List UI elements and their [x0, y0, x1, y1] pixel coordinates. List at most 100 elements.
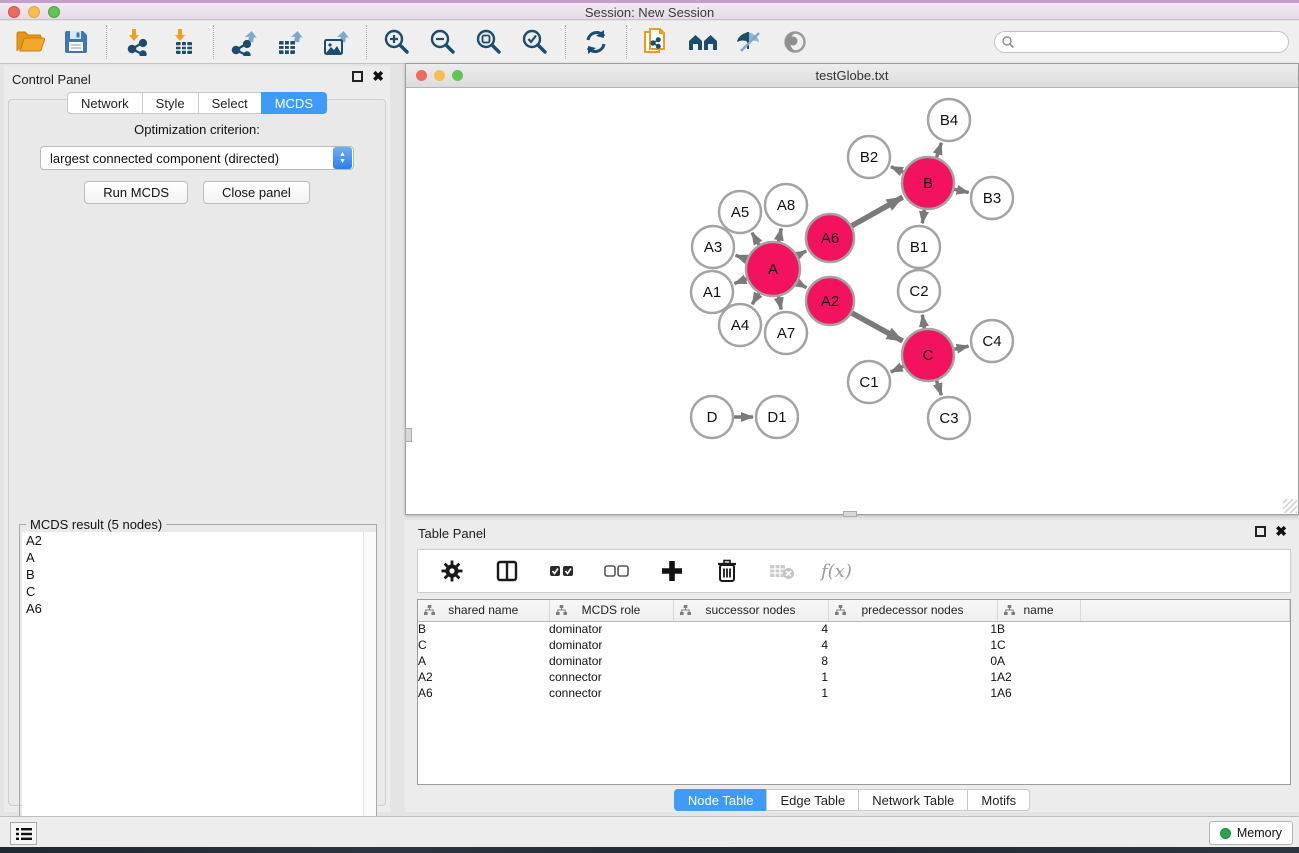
- node-A5[interactable]: A5: [719, 191, 761, 233]
- mcds-result-list[interactable]: A2ABCA6: [22, 532, 376, 853]
- export-image-icon[interactable]: [320, 26, 352, 58]
- run-mcds-button[interactable]: Run MCDS: [84, 181, 188, 204]
- node-C3[interactable]: C3: [928, 397, 970, 439]
- node-A3[interactable]: A3: [692, 226, 734, 268]
- edge-A-A4[interactable]: [752, 293, 759, 304]
- bottom-splitter-handle[interactable]: [843, 511, 857, 517]
- edge-C-C1[interactable]: [891, 366, 904, 372]
- cell-shared-name[interactable]: A6: [418, 685, 549, 701]
- cell-predecessor-nodes[interactable]: 1: [828, 669, 997, 685]
- node-A[interactable]: A: [746, 242, 800, 296]
- add-column-icon[interactable]: [656, 555, 688, 587]
- edge-C-C4[interactable]: [954, 346, 968, 349]
- gear-icon[interactable]: [436, 555, 468, 587]
- export-table-icon[interactable]: [274, 26, 306, 58]
- search-field[interactable]: [994, 31, 1289, 53]
- cell-shared-name[interactable]: A: [418, 653, 549, 669]
- save-session-icon[interactable]: [60, 26, 92, 58]
- edge-A-A8[interactable]: [779, 229, 782, 242]
- table-row[interactable]: A6connector11A6: [418, 685, 1290, 701]
- delete-table-icon[interactable]: [766, 555, 798, 587]
- export-network-icon[interactable]: [228, 26, 260, 58]
- open-file-icon[interactable]: [14, 26, 46, 58]
- close-table-panel-icon[interactable]: ✖: [1275, 526, 1287, 537]
- search-input[interactable]: [1015, 33, 1288, 51]
- memory-button[interactable]: Memory: [1209, 821, 1293, 845]
- network-canvas[interactable]: B4B2BB3A5A8A6A3B1AA1C2A2A4A7C4CC1DD1C3: [406, 88, 1298, 514]
- cell-shared-name[interactable]: C: [418, 637, 549, 653]
- cell-MCDS-role[interactable]: dominator: [549, 621, 673, 637]
- table-row[interactable]: A2connector11A2: [418, 669, 1290, 685]
- tab-edge-table[interactable]: Edge Table: [766, 789, 858, 811]
- cell-predecessor-nodes[interactable]: 1: [828, 621, 997, 637]
- float-panel-icon[interactable]: [352, 71, 363, 82]
- result-item[interactable]: B: [22, 566, 376, 583]
- network-graph[interactable]: B4B2BB3A5A8A6A3B1AA1C2A2A4A7C4CC1DD1C3: [406, 88, 1298, 514]
- tab-style[interactable]: Style: [142, 92, 198, 114]
- cell-successor-nodes[interactable]: 1: [673, 669, 828, 685]
- edge-A-A2[interactable]: [797, 283, 806, 288]
- result-list-scrollbar[interactable]: [363, 532, 376, 853]
- cell-name[interactable]: A6: [997, 685, 1080, 701]
- duplicate-network-icon[interactable]: [641, 26, 673, 58]
- cell-predecessor-nodes[interactable]: 0: [828, 653, 997, 669]
- show-graphics-details-icon[interactable]: [779, 26, 811, 58]
- zoom-in-icon[interactable]: [381, 26, 413, 58]
- cell-shared-name[interactable]: A2: [418, 669, 549, 685]
- node-table[interactable]: shared nameMCDS rolesuccessor nodesprede…: [417, 599, 1291, 785]
- cell-name[interactable]: B: [997, 621, 1080, 637]
- edge-C-C2[interactable]: [922, 315, 924, 328]
- select-all-columns-icon[interactable]: [546, 555, 578, 587]
- edge-B-B3[interactable]: [954, 189, 968, 192]
- result-item[interactable]: C: [22, 583, 376, 600]
- table-row[interactable]: Bdominator41B: [418, 621, 1290, 637]
- task-history-button[interactable]: [10, 822, 37, 845]
- cell-predecessor-nodes[interactable]: 1: [828, 637, 997, 653]
- cell-successor-nodes[interactable]: 4: [673, 637, 828, 653]
- cell-name[interactable]: A2: [997, 669, 1080, 685]
- column-header-name[interactable]: name: [997, 600, 1080, 621]
- node-D1[interactable]: D1: [756, 396, 798, 438]
- tab-mcds[interactable]: MCDS: [261, 92, 327, 114]
- edge-B-B2[interactable]: [891, 167, 903, 172]
- hide-annotations-icon[interactable]: [733, 26, 765, 58]
- table-row[interactable]: Cdominator41C: [418, 637, 1290, 653]
- column-header-successor-nodes[interactable]: successor nodes: [673, 600, 828, 621]
- float-table-panel-icon[interactable]: [1255, 526, 1266, 537]
- criterion-select[interactable]: largest connected component (directed) ▲…: [40, 146, 354, 170]
- delete-column-icon[interactable]: [711, 555, 743, 587]
- column-header-MCDS-role[interactable]: MCDS role: [549, 600, 673, 621]
- node-B1[interactable]: B1: [898, 226, 940, 268]
- node-A2[interactable]: A2: [806, 277, 854, 325]
- node-C[interactable]: C: [902, 329, 954, 381]
- cell-shared-name[interactable]: B: [418, 621, 549, 637]
- close-panel-icon[interactable]: ✖: [372, 71, 384, 82]
- column-header-shared-name[interactable]: shared name: [418, 600, 549, 621]
- apply-layout-icon[interactable]: [580, 26, 612, 58]
- cell-successor-nodes[interactable]: 8: [673, 653, 828, 669]
- zoom-out-icon[interactable]: [427, 26, 459, 58]
- cell-name[interactable]: A: [997, 653, 1080, 669]
- network-window-titlebar[interactable]: testGlobe.txt: [406, 64, 1298, 88]
- node-A4[interactable]: A4: [719, 304, 761, 346]
- cell-name[interactable]: C: [997, 637, 1080, 653]
- network-close-button[interactable]: [416, 70, 427, 81]
- cell-MCDS-role[interactable]: connector: [549, 669, 673, 685]
- edge-A-A6[interactable]: [798, 251, 807, 256]
- import-table-icon[interactable]: [167, 26, 199, 58]
- node-A7[interactable]: A7: [765, 312, 807, 354]
- tab-network[interactable]: Network: [67, 92, 142, 114]
- cell-successor-nodes[interactable]: 4: [673, 621, 828, 637]
- zoom-fit-icon[interactable]: [473, 26, 505, 58]
- edge-A-A5[interactable]: [752, 233, 759, 245]
- zoom-selected-icon[interactable]: [519, 26, 551, 58]
- node-A8[interactable]: A8: [765, 184, 807, 226]
- network-zoom-button[interactable]: [452, 70, 463, 81]
- node-B[interactable]: B: [902, 157, 954, 209]
- cell-MCDS-role[interactable]: dominator: [549, 637, 673, 653]
- split-columns-icon[interactable]: [491, 555, 523, 587]
- tab-motifs[interactable]: Motifs: [967, 789, 1030, 811]
- network-minimize-button[interactable]: [434, 70, 445, 81]
- node-C2[interactable]: C2: [898, 270, 940, 312]
- cell-predecessor-nodes[interactable]: 1: [828, 685, 997, 701]
